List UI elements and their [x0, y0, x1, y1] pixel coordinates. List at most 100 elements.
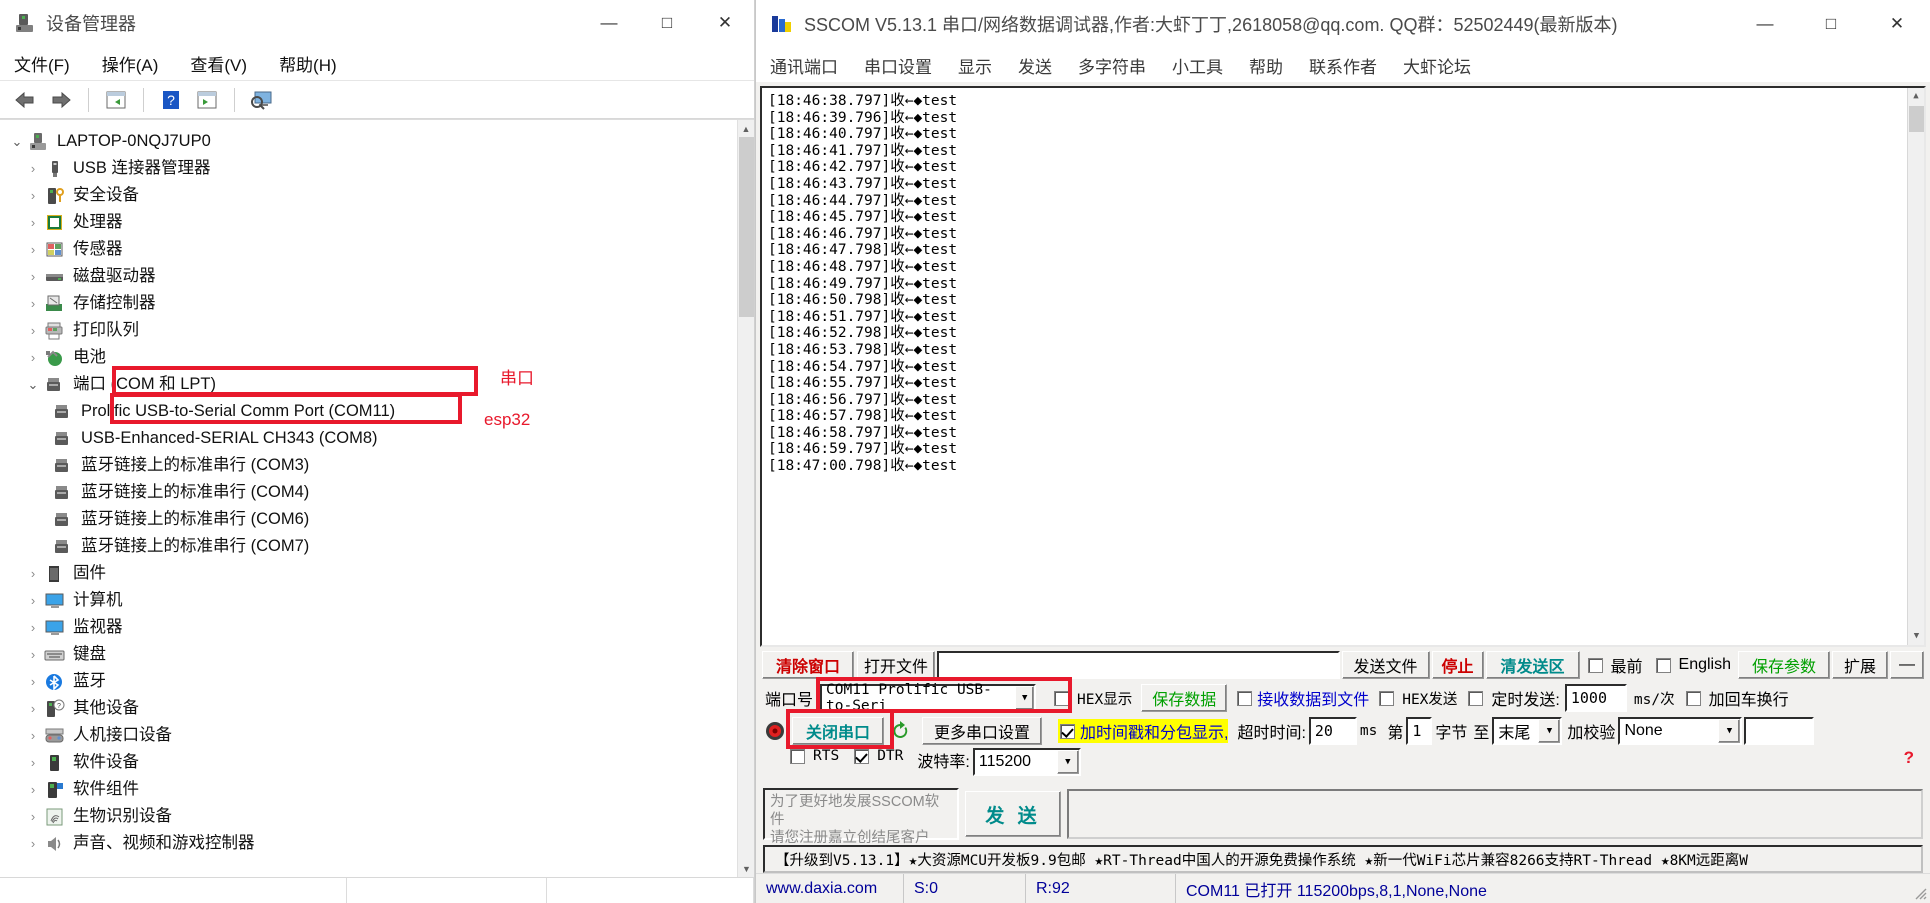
tree-port-com11[interactable]: Prolific USB-to-Serial Comm Port (COM11)	[6, 398, 754, 425]
menu-file[interactable]: 文件(F)	[14, 48, 84, 79]
extend-button[interactable]: 扩展	[1832, 651, 1888, 679]
chevron-right-icon[interactable]: ›	[22, 215, 44, 230]
english-checkbox[interactable]	[1655, 657, 1671, 673]
chevron-right-icon[interactable]: ›	[22, 836, 44, 851]
chevron-down-icon[interactable]: ⌄	[6, 134, 28, 150]
byte-index-input[interactable]: 1	[1406, 717, 1433, 745]
chevron-down-icon[interactable]: ▼	[1056, 750, 1079, 774]
tree-node-keyboard[interactable]: › 键盘	[6, 641, 754, 668]
scrollbar-thumb[interactable]	[739, 137, 754, 317]
tree-node-storage-controller[interactable]: › 存储控制器	[6, 290, 754, 317]
clear-send-area-button[interactable]: 清发送区	[1485, 651, 1580, 679]
file-path-input[interactable]	[937, 651, 1340, 679]
tree-port-com4[interactable]: 蓝牙链接上的标准串行 (COM4)	[6, 479, 754, 506]
tree-node-battery[interactable]: › 电池	[6, 344, 754, 371]
baud-rate-select[interactable]: 115200 ▼	[972, 748, 1081, 776]
close-port-button[interactable]: 关闭串口	[792, 717, 884, 745]
tree-node-firmware[interactable]: › 固件	[6, 560, 754, 587]
chevron-right-icon[interactable]: ›	[22, 593, 44, 608]
menu-help[interactable]: 帮助	[1249, 53, 1283, 78]
tree-node-software-devices[interactable]: › 软件设备	[6, 749, 754, 776]
scroll-up-icon[interactable]: ▲	[1908, 88, 1924, 105]
maximize-button[interactable]: □	[638, 0, 696, 47]
tree-node-disk-drive[interactable]: › 磁盘驱动器	[6, 263, 754, 290]
scrollbar-thumb[interactable]	[1909, 106, 1924, 132]
chevron-right-icon[interactable]: ›	[22, 674, 44, 689]
help-badge[interactable]: ?	[1904, 748, 1914, 768]
scan-icon[interactable]	[192, 86, 222, 114]
tree-node-sensor[interactable]: › 传感器	[6, 236, 754, 263]
tree-node-security-device[interactable]: › 安全设备	[6, 182, 754, 209]
add-crlf-checkbox[interactable]	[1685, 690, 1701, 706]
chevron-right-icon[interactable]: ›	[22, 566, 44, 581]
menu-display[interactable]: 显示	[958, 53, 992, 78]
chevron-right-icon[interactable]: ›	[22, 350, 44, 365]
dtr-checkbox[interactable]	[854, 748, 870, 764]
send-file-button[interactable]: 发送文件	[1341, 651, 1430, 679]
chevron-right-icon[interactable]: ›	[22, 728, 44, 743]
to-select[interactable]: 末尾 ▼	[1492, 717, 1563, 745]
display-icon[interactable]	[247, 86, 277, 114]
tree-node-printer-queue[interactable]: › 打印队列	[6, 317, 754, 344]
send-extra-field[interactable]	[1067, 789, 1923, 839]
maximize-button[interactable]: □	[1798, 0, 1864, 48]
chevron-right-icon[interactable]: ›	[22, 296, 44, 311]
hex-display-checkbox[interactable]	[1054, 690, 1069, 706]
tree-node-other-devices[interactable]: › ? 其他设备	[6, 695, 754, 722]
resize-grip-icon[interactable]	[1908, 874, 1930, 903]
recv-to-file-label[interactable]: 接收数据到文件	[1257, 686, 1369, 710]
scroll-down-icon[interactable]: ▼	[1908, 628, 1924, 645]
tree-root-laptop[interactable]: ⌄ LAPTOP-0NQJ7UP0	[6, 128, 754, 155]
tree-node-biometric[interactable]: › 生物识别设备	[6, 803, 754, 830]
chevron-right-icon[interactable]: ›	[22, 188, 44, 203]
menu-multi-string[interactable]: 多字符串	[1078, 53, 1146, 78]
tree-node-monitor[interactable]: › 监视器	[6, 614, 754, 641]
port-select[interactable]: COM11 Prolific USB-to-Seri ▼	[820, 682, 1036, 714]
tree-node-computer[interactable]: › 计算机	[6, 587, 754, 614]
tree-port-com3[interactable]: 蓝牙链接上的标准串行 (COM3)	[6, 452, 754, 479]
minimize-button[interactable]: —	[1732, 0, 1798, 48]
scroll-down-icon[interactable]: ▼	[738, 860, 754, 877]
hex-send-checkbox[interactable]	[1379, 690, 1395, 706]
close-button[interactable]: ✕	[1864, 0, 1930, 48]
tree-port-com7[interactable]: 蓝牙链接上的标准串行 (COM7)	[6, 533, 754, 560]
chevron-right-icon[interactable]: ›	[22, 701, 44, 716]
menu-help[interactable]: 帮助(H)	[279, 48, 351, 79]
minimize-button[interactable]: —	[580, 0, 638, 47]
tree-node-hid[interactable]: › 人机接口设备	[6, 722, 754, 749]
tree-node-usb-connector[interactable]: › USB 连接器管理器	[6, 155, 754, 182]
chevron-down-icon[interactable]: ▼	[1015, 686, 1034, 710]
tree-node-ports[interactable]: ⌄ 端口 (COM 和 LPT)	[6, 371, 754, 398]
send-text-area[interactable]: 为了更好地发展SSCOM软件 请您注册嘉立创结尾客户	[763, 788, 959, 846]
chevron-right-icon[interactable]: ›	[22, 647, 44, 662]
menu-forum[interactable]: 大虾论坛	[1403, 53, 1471, 78]
menu-tools[interactable]: 小工具	[1172, 53, 1223, 78]
help-icon[interactable]: ?	[156, 86, 186, 114]
topmost-checkbox[interactable]	[1587, 657, 1603, 673]
clear-window-button[interactable]: 清除窗口	[762, 651, 854, 679]
chevron-right-icon[interactable]: ›	[22, 161, 44, 176]
timed-send-checkbox[interactable]	[1468, 690, 1484, 706]
promo-banner[interactable]: 【升级到V5.13.1】★大资源MCU开发板9.9包邮 ★RT-Thread中国…	[763, 845, 1923, 873]
properties-icon[interactable]	[101, 86, 131, 114]
menu-view[interactable]: 查看(V)	[190, 48, 261, 79]
menu-comm-port[interactable]: 通讯端口	[770, 53, 838, 78]
timed-send-interval-input[interactable]: 1000	[1564, 684, 1627, 712]
back-arrow-icon[interactable]	[10, 86, 40, 114]
checksum-extra-input[interactable]	[1744, 717, 1815, 745]
serial-log-output[interactable]: [18:46:38.797]收←◆test [18:46:39.796]收←◆te…	[760, 86, 1926, 647]
save-params-button[interactable]: 保存参数	[1738, 651, 1830, 679]
checksum-select[interactable]: None ▼	[1618, 717, 1743, 745]
tree-node-processor[interactable]: › 处理器	[6, 209, 754, 236]
chevron-right-icon[interactable]: ›	[22, 269, 44, 284]
timeout-input[interactable]: 20	[1308, 717, 1357, 745]
tree-node-software-components[interactable]: › 软件组件	[6, 776, 754, 803]
save-data-button[interactable]: 保存数据	[1141, 684, 1228, 712]
tree-node-sound-video-game[interactable]: › 声音、视频和游戏控制器	[6, 830, 754, 857]
menu-action[interactable]: 操作(A)	[102, 48, 173, 79]
recv-to-file-checkbox[interactable]	[1237, 690, 1253, 706]
close-button[interactable]: ✕	[696, 0, 754, 47]
send-button[interactable]: 发 送	[965, 791, 1061, 837]
chevron-right-icon[interactable]: ›	[22, 809, 44, 824]
status-site[interactable]: www.daxia.com	[756, 874, 904, 903]
